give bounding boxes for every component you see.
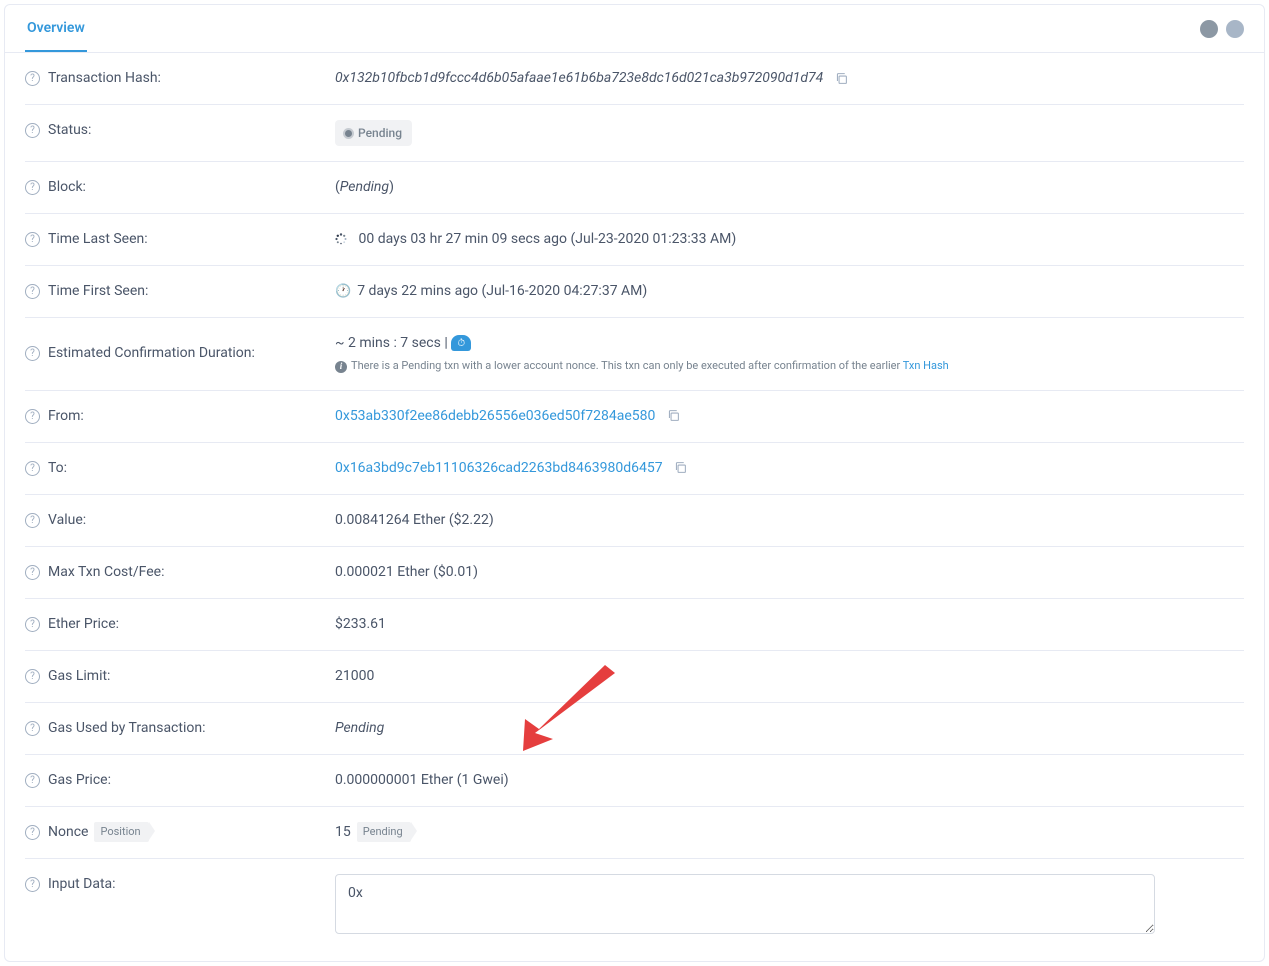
row-tx-hash: ? Transaction Hash: 0x132b10fbcb1d9fccc4d… [25, 53, 1244, 105]
nonce-value: 15 [335, 824, 351, 840]
row-time-first: ? Time First Seen: 🕐 7 days 22 mins ago (J… [25, 266, 1244, 318]
pending-dot-icon [345, 130, 352, 137]
header-dot-2[interactable] [1226, 20, 1244, 38]
label-gas-used: Gas Used by Transaction: [48, 718, 205, 739]
header-dot-1[interactable] [1200, 20, 1218, 38]
gas-price-value: 0.000000001 Ether (1 Gwei) [335, 772, 509, 788]
label-input-data: Input Data: [48, 874, 116, 895]
row-value: ? Value: 0.00841264 Ether ($2.22) [25, 495, 1244, 547]
block-value: Pending [340, 179, 389, 195]
label-status: Status: [48, 120, 91, 141]
tabs: Overview [25, 5, 87, 52]
help-icon[interactable]: ? [25, 71, 40, 86]
to-address[interactable]: 0x16a3bd9c7eb11106326cad2263bd8463980d64… [335, 460, 663, 476]
max-cost-value: 0.000021 Ether ($0.01) [335, 564, 478, 580]
row-max-cost: ? Max Txn Cost/Fee: 0.000021 Ether ($0.01… [25, 547, 1244, 599]
copy-icon[interactable] [667, 409, 680, 422]
row-gas-used: ? Gas Used by Transaction: Pending [25, 703, 1244, 755]
confirmation-value: ~ 2 mins : 7 secs | [335, 335, 451, 351]
label-max-cost: Max Txn Cost/Fee: [48, 562, 164, 583]
help-icon[interactable]: ? [25, 284, 40, 299]
help-icon[interactable]: ? [25, 669, 40, 684]
info-icon: i [335, 361, 347, 373]
help-icon[interactable]: ? [25, 461, 40, 476]
position-tag: Position [94, 822, 148, 843]
help-icon[interactable]: ? [25, 565, 40, 580]
help-icon[interactable]: ? [25, 877, 40, 892]
value-amount: 0.00841264 Ether ($2.22) [335, 512, 494, 528]
card-body: ? Transaction Hash: 0x132b10fbcb1d9fccc4d… [5, 53, 1264, 961]
label-gas-limit: Gas Limit: [48, 666, 110, 687]
row-input-data: ? Input Data: [25, 859, 1244, 961]
label-nonce: Nonce [48, 822, 88, 843]
label-value: Value: [48, 510, 86, 531]
help-icon[interactable]: ? [25, 825, 40, 840]
label-time-first: Time First Seen: [48, 281, 148, 302]
label-gas-price: Gas Price: [48, 770, 111, 791]
copy-icon[interactable] [835, 72, 848, 85]
gas-limit-value: 21000 [335, 668, 374, 684]
help-icon[interactable]: ? [25, 232, 40, 247]
row-to: ? To: 0x16a3bd9c7eb11106326cad2263bd84639… [25, 443, 1244, 495]
help-icon[interactable]: ? [25, 346, 40, 361]
status-text: Pending [358, 124, 402, 142]
label-ether-price: Ether Price: [48, 614, 119, 635]
input-data-textarea[interactable] [335, 874, 1155, 934]
note-prefix: There is a Pending txn with a lower acco… [351, 359, 903, 372]
label-tx-hash: Transaction Hash: [48, 68, 161, 89]
row-confirmation: ? Estimated Confirmation Duration: ~ 2 mi… [25, 318, 1244, 391]
gas-used-value: Pending [335, 720, 384, 736]
confirmation-note: i There is a Pending txn with a lower acc… [335, 358, 1244, 375]
help-icon[interactable]: ? [25, 409, 40, 424]
row-status: ? Status: Pending [25, 105, 1244, 162]
header-actions [1174, 20, 1244, 38]
help-icon[interactable]: ? [25, 180, 40, 195]
help-icon[interactable]: ? [25, 773, 40, 788]
txn-hash-link[interactable]: Txn Hash [903, 359, 949, 372]
label-from: From: [48, 406, 84, 427]
card-header: Overview [5, 5, 1264, 53]
tab-overview[interactable]: Overview [25, 5, 87, 52]
copy-icon[interactable] [674, 461, 687, 474]
help-icon[interactable]: ? [25, 123, 40, 138]
status-badge: Pending [335, 120, 412, 146]
time-first-value: 7 days 22 mins ago (Jul-16-2020 04:27:37… [357, 283, 647, 299]
row-gas-price: ? Gas Price: 0.000000001 Ether (1 Gwei) [25, 755, 1244, 807]
row-from: ? From: 0x53ab330f2ee86debb26556e036ed50f… [25, 391, 1244, 443]
header-dot-blank [1174, 20, 1192, 38]
pending-tag: Pending [357, 822, 411, 843]
row-time-last: ? Time Last Seen: 00 days 03 hr 27 min 09… [25, 214, 1244, 266]
help-icon[interactable]: ? [25, 617, 40, 632]
gauge-icon[interactable] [451, 335, 471, 351]
row-ether-price: ? Ether Price: $233.61 [25, 599, 1244, 651]
ether-price-value: $233.61 [335, 616, 386, 632]
label-time-last: Time Last Seen: [48, 229, 148, 250]
time-last-value: 00 days 03 hr 27 min 09 secs ago (Jul-23… [358, 231, 736, 247]
help-icon[interactable]: ? [25, 721, 40, 736]
clock-icon: 🕐 [335, 284, 351, 299]
transaction-card: Overview ? Transaction Hash: 0x132b10fbcb… [4, 4, 1265, 962]
row-gas-limit: ? Gas Limit: 21000 [25, 651, 1244, 703]
label-confirmation: Estimated Confirmation Duration: [48, 343, 255, 364]
help-icon[interactable]: ? [25, 513, 40, 528]
label-block: Block: [48, 177, 86, 198]
row-block: ?Block: (Pending) [25, 162, 1244, 214]
from-address[interactable]: 0x53ab330f2ee86debb26556e036ed50f7284ae5… [335, 408, 655, 424]
row-nonce: ? Nonce Position 15 Pending [25, 807, 1244, 859]
label-to: To: [48, 458, 67, 479]
spinner-icon [335, 233, 347, 245]
tx-hash-value: 0x132b10fbcb1d9fccc4d6b05afaae1e61b6ba72… [335, 70, 823, 86]
